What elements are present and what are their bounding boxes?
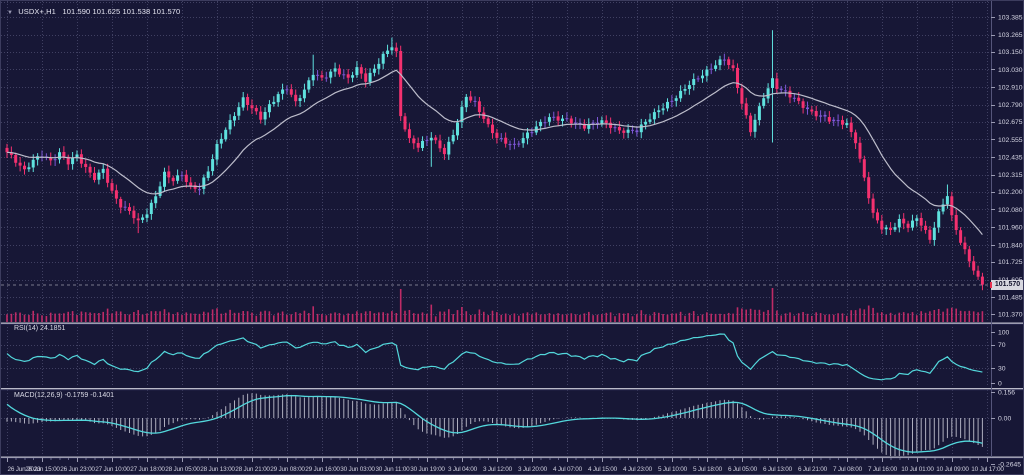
rsi-indicator-label: RSI(14) 24.1851 [14,325,65,332]
symbol-dropdown-icon[interactable]: ▼ [7,10,13,16]
price-axis-label: 101.960 [998,225,1023,232]
volume-series [6,288,983,322]
time-axis-label: 6 Jul 21:00 [798,466,828,473]
price-axis-label: 101.725 [998,259,1023,266]
time-axis-label: 3 Jul 12:00 [483,466,513,473]
time-axis-label: 4 Jul 23:00 [623,466,653,473]
time-axis-label: 5 Jul 18:00 [693,466,723,473]
price-axis-label: 102.435 [998,155,1023,162]
time-axis-label: 3 Jul 20:00 [518,466,548,473]
symbol-timeframe-label: USDX+,H1 [18,7,56,16]
moving-average-line [7,70,982,234]
price-axis-label: 102.315 [998,172,1023,179]
ohlc-values: 101.590 101.625 101.538 101.570 [63,7,181,16]
price-axis-label: 103.385 [998,15,1023,22]
price-axis-label: 102.910 [998,85,1023,92]
time-axis-label: 26 Jun 23:00 [60,466,95,473]
grid-lines [1,1,991,456]
price-axis[interactable]: 103.385 103.265 103.150 103.030 102.910 102.7… [991,1,1023,468]
macd-indicator-label: MACD(12,26,9) -0.1759 -0.1401 [14,392,114,399]
pane-separators[interactable] [1,323,1024,459]
price-axis-label: 103.030 [998,67,1023,74]
chart-canvas[interactable]: 103.385 103.265 103.150 103.030 102.910 102.7… [1,1,1024,475]
price-axis-label: 101.485 [998,295,1023,302]
rsi-line [7,334,982,380]
time-axis-label: 6 Jul 13:00 [763,466,793,473]
time-axis-label: 27 Jun 18:00 [130,466,165,473]
time-axis-label: 27 Jun 10:00 [95,466,130,473]
rsi-axis-label: 70 [998,342,1006,349]
price-axis-label: 102.555 [998,137,1023,144]
time-axis-label: 29 Jun 08:00 [270,466,305,473]
candlestick-series [6,30,984,290]
time-axis[interactable]: 26 Jun 202326 Jun 15:0026 Jun 23:0027 Ju… [8,458,1005,473]
time-axis-label: 10 Jul 17:00 [971,466,1004,473]
bid-price-marker [990,282,992,288]
time-axis-label: 30 Jun 03:00 [340,466,375,473]
price-axis-label: 101.840 [998,242,1023,249]
time-axis-label: 29 Jun 16:00 [305,466,340,473]
trading-chart-window: 103.385 103.265 103.150 103.030 102.910 102.7… [0,0,1024,475]
price-axis-label: 103.150 [998,49,1023,56]
rsi-axis-label: 30 [998,366,1006,373]
time-axis-label: 7 Jul 08:00 [833,466,863,473]
time-axis-label: 28 Jun 05:00 [165,466,200,473]
pane-separator[interactable] [1,388,1024,389]
price-axis-label: 103.265 [998,32,1023,39]
price-axis-label: 102.200 [998,189,1023,196]
price-axis-label: 102.080 [998,207,1023,214]
time-axis-label: 6 Jul 05:00 [728,466,758,473]
macd-axis-label: 0.00 [998,415,1011,422]
price-axis-label: 101.370 [998,312,1023,319]
macd-signal-line [7,396,982,453]
time-axis-label: 10 Jul 09:00 [936,466,969,473]
time-axis-label: 28 Jun 13:00 [200,466,235,473]
time-axis-label: 30 Jun 19:00 [410,466,445,473]
rsi-axis-label: 0 [998,380,1002,387]
time-axis-label: 4 Jul 07:00 [553,466,583,473]
price-axis-label: 102.790 [998,102,1023,109]
pane-separator[interactable] [1,457,1024,458]
price-axis-label: 102.675 [998,119,1023,126]
time-axis-label: 10 Jul 01:00 [901,466,934,473]
time-axis-label: 30 Jun 11:00 [375,466,410,473]
time-axis-label: 4 Jul 15:00 [588,466,618,473]
time-axis-label: 28 Jun 21:00 [235,466,270,473]
current-price-tag: 101.570 [991,280,1024,290]
pane-separator[interactable] [1,323,1024,324]
chart-title: ▼ USDX+,H1 101.590 101.625 101.538 101.5… [7,7,180,16]
time-axis-label: 3 Jul 04:00 [448,466,478,473]
time-axis-label: 5 Jul 10:00 [658,466,688,473]
rsi-axis-label: 100 [998,329,1010,336]
time-axis-label: 26 Jun 15:00 [25,466,60,473]
time-axis-label: 7 Jul 16:00 [868,466,898,473]
macd-axis-label: 0.156 [998,389,1015,396]
